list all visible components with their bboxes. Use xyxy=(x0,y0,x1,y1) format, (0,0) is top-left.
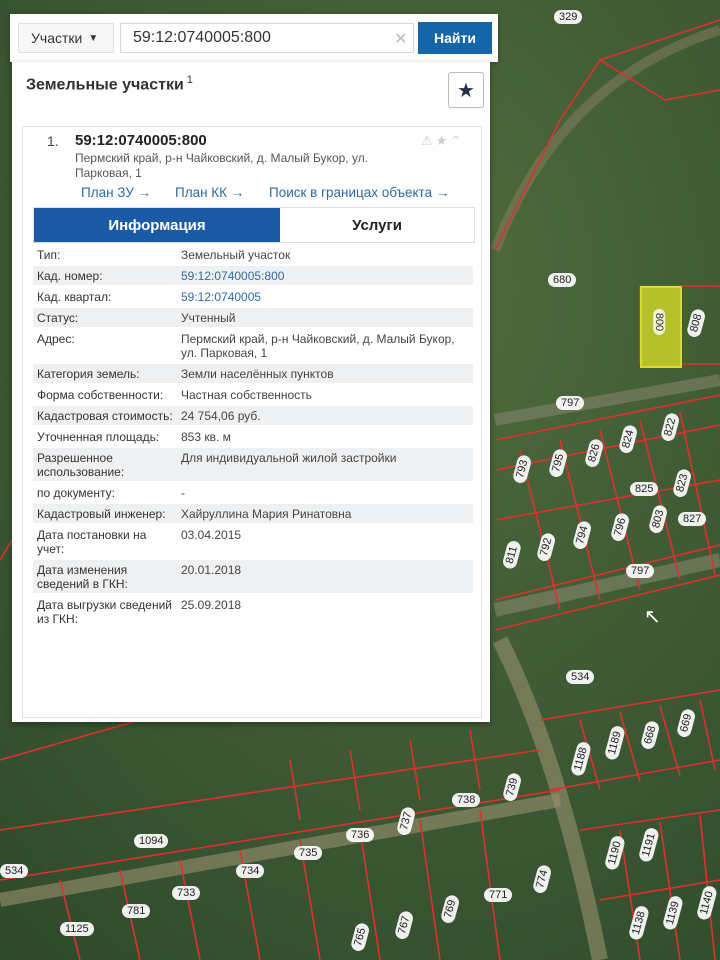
table-row: Кадастровая стоимость: 24 754,06 руб. xyxy=(33,406,473,425)
plan-kk-link[interactable]: План КК → xyxy=(175,185,244,200)
field-label: Статус: xyxy=(33,308,177,327)
field-label: Кадастровый инженер: xyxy=(33,504,177,523)
table-row: Дата изменения сведений в ГКН: 20.01.2018 xyxy=(33,560,473,593)
table-row: Категория земель: Земли населённых пункто… xyxy=(33,364,473,383)
table-row: Форма собственности: Частная собственност… xyxy=(33,385,473,404)
star-icon: ★ xyxy=(457,79,475,102)
clear-icon[interactable]: ✕ xyxy=(394,29,407,49)
parcel-label: 781 xyxy=(122,904,151,918)
field-value: 03.04.2015 xyxy=(181,528,242,542)
panel-title-text: Земельные участки xyxy=(26,76,184,94)
table-row: Статус: Учтенный xyxy=(33,308,473,327)
parcel-label: 771 xyxy=(484,888,513,902)
field-value: 853 кв. м xyxy=(181,430,231,444)
parcel-label: 1125 xyxy=(60,922,94,936)
field-value: Учтенный xyxy=(177,308,473,327)
tab-services[interactable]: Услуги xyxy=(280,208,474,242)
field-value: 25.09.2018 xyxy=(181,598,242,612)
table-row: Кад. номер: 59:12:0740005:800 xyxy=(33,266,473,285)
parcel-label: 736 xyxy=(346,828,375,842)
search-button[interactable]: Найти xyxy=(418,22,492,54)
mouse-cursor-icon: ↖ xyxy=(644,606,661,628)
card-action-icons[interactable]: ⚠★⌃ xyxy=(421,133,464,149)
field-label: Разрешенное использование: xyxy=(33,448,177,481)
table-row: Дата выгрузки сведений из ГКН: 25.09.2018 xyxy=(33,595,473,628)
object-type-label: Участки xyxy=(31,30,83,46)
field-label: Кад. квартал: xyxy=(37,290,112,304)
results-panel: Земельные участки 1 ★ 1. 59:12:0740005:80… xyxy=(12,62,490,722)
parcel-label: 734 xyxy=(236,864,265,878)
search-in-bounds-link[interactable]: Поиск в границах объекта → xyxy=(269,185,449,200)
field-label: Форма собственности: xyxy=(37,388,164,402)
star-icon[interactable]: ★ xyxy=(436,133,451,148)
result-cad-number[interactable]: 59:12:0740005:800 xyxy=(75,132,207,149)
table-row: Кадастровый инженер: Хайруллина Мария Рин… xyxy=(33,504,473,523)
parcel-label: 735 xyxy=(294,846,323,860)
parcel-label: 1094 xyxy=(134,834,169,848)
parcel-label: 680 xyxy=(548,273,577,287)
parcel-label: 797 xyxy=(626,564,655,578)
table-row: Адрес: Пермский край, р-н Чайковский, д. … xyxy=(33,329,473,362)
table-row: Уточненная площадь: 853 кв. м xyxy=(33,427,473,446)
parcel-label: 827 xyxy=(678,512,707,526)
field-label: Адрес: xyxy=(37,332,75,346)
parcel-label: 534 xyxy=(0,864,29,878)
info-tabs: Информация Услуги xyxy=(33,207,475,243)
chevron-down-icon: ▼ xyxy=(88,32,99,44)
result-card: 1. 59:12:0740005:800 Пермский край, р-н … xyxy=(22,126,482,718)
panel-title: Земельные участки 1 xyxy=(26,74,193,94)
field-label: Кадастровая стоимость: xyxy=(33,406,177,425)
result-address: Пермский край, р-н Чайковский, д. Малый … xyxy=(75,151,369,180)
cad-number-link[interactable]: 59:12:0740005:800 xyxy=(177,266,473,285)
parcel-label: 329 xyxy=(554,10,583,24)
favorites-button[interactable]: ★ xyxy=(448,72,484,108)
field-value: Земли населённых пунктов xyxy=(177,364,473,383)
panel-title-count: 1 xyxy=(186,74,193,86)
tab-information[interactable]: Информация xyxy=(34,208,280,242)
field-label: Категория земель: xyxy=(33,364,177,383)
field-value: - xyxy=(181,486,185,500)
table-row: по документу: - xyxy=(33,483,473,502)
search-input[interactable] xyxy=(120,23,414,53)
field-value: Пермский край, р-н Чайковский, д. Малый … xyxy=(181,332,455,360)
highlighted-parcel-label: 800 xyxy=(653,308,666,336)
table-row: Разрешенное использование: Для индивидуал… xyxy=(33,448,473,481)
field-value: Частная собственность xyxy=(181,388,312,402)
field-label: Дата постановки на учет: xyxy=(37,528,147,556)
field-label: Дата выгрузки сведений из ГКН: xyxy=(37,598,172,626)
field-value: Хайруллина Мария Ринатовна xyxy=(177,504,473,523)
field-label: Дата изменения сведений в ГКН: xyxy=(33,560,177,593)
parcel-label: 797 xyxy=(556,396,585,410)
field-value: 24 754,06 руб. xyxy=(177,406,473,425)
warning-icon[interactable]: ⚠ xyxy=(421,133,436,148)
field-label: Тип: xyxy=(37,248,61,262)
parcel-label: 825 xyxy=(630,482,659,496)
field-label: Уточненная площадь: xyxy=(37,430,160,444)
field-value: Для индивидуальной жилой застройки xyxy=(177,448,473,481)
table-row: Кад. квартал: 59:12:0740005 xyxy=(33,287,473,306)
parcel-label: 738 xyxy=(452,793,481,807)
info-table: Тип: Земельный участок Кад. номер: 59:12:0… xyxy=(33,243,473,630)
field-label: Кад. номер: xyxy=(33,266,177,285)
parcel-label: 534 xyxy=(566,670,595,684)
field-value: 20.01.2018 xyxy=(177,560,473,593)
search-bar: Участки ▼ ✕ Найти xyxy=(10,14,498,62)
parcel-label: 733 xyxy=(172,886,201,900)
cad-quarter-link[interactable]: 59:12:0740005 xyxy=(177,287,473,306)
field-value: Земельный участок xyxy=(181,248,291,262)
table-row: Тип: Земельный участок xyxy=(33,245,473,264)
object-type-select[interactable]: Участки ▼ xyxy=(18,23,114,53)
table-row: Дата постановки на учет: 03.04.2015 xyxy=(33,525,473,558)
chevron-up-icon[interactable]: ⌃ xyxy=(450,133,464,148)
result-index: 1. xyxy=(47,133,59,149)
field-label: по документу: xyxy=(37,486,115,500)
plan-zu-link[interactable]: План ЗУ → xyxy=(81,185,151,200)
